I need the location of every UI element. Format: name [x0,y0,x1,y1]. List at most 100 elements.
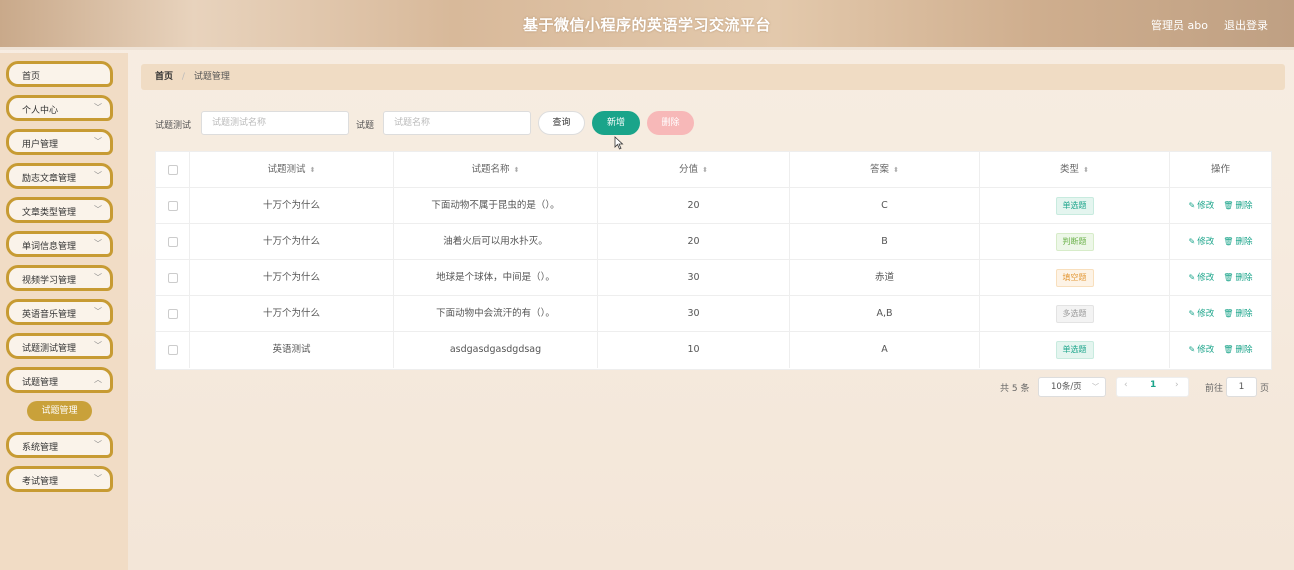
edit-label: 修改 [1197,345,1215,355]
search-label-test: 试题测试 [155,121,192,131]
edit-label: 修改 [1197,273,1215,283]
page-size-value: 10条/页 [1051,382,1082,392]
column-header-name[interactable]: 试题名称 ⬍ [394,152,598,188]
row-checkbox[interactable] [167,344,178,355]
sidebar-item-music[interactable]: 英语音乐管理 ﹀ [6,299,113,325]
remove-button[interactable]: 🗑 删除 [1223,201,1252,211]
sidebar-item-label: 励志文章管理 [22,174,77,184]
sidebar-item-label: 视频学习管理 [22,276,77,286]
row-select-cell [156,260,190,296]
edit-icon: ✎ [1188,237,1196,246]
type-badge: 填空题 [1055,268,1094,287]
cell-name: 下面动物不属于昆虫的是（）。 [394,188,598,224]
remove-button[interactable]: 🗑 删除 [1223,237,1252,247]
remove-label: 删除 [1235,273,1253,283]
row-select-cell [156,224,190,260]
page-number-current[interactable]: 1 [1150,380,1156,390]
delete-button[interactable]: 删除 [647,111,694,135]
sidebar-item-system[interactable]: 系统管理 ﹀ [6,432,113,458]
edit-button[interactable]: ✎ 修改 [1189,309,1215,319]
logout-link[interactable]: 退出登录 [1224,17,1268,33]
pager-goto-label: 前往 [1205,384,1224,394]
edit-icon: ✎ [1188,273,1196,282]
page-size-select[interactable]: 10条/页 ﹀ [1038,377,1106,397]
row-checkbox[interactable] [167,200,178,211]
sidebar-item-exams[interactable]: 考试管理 ﹀ [6,466,113,492]
test-name-input[interactable] [201,111,349,135]
sidebar-item-label: 系统管理 [22,443,59,453]
remove-button[interactable]: 🗑 删除 [1223,273,1252,283]
query-button[interactable]: 查询 [538,111,585,135]
sidebar-item-tests[interactable]: 试题测试管理 ﹀ [6,333,113,359]
edit-button[interactable]: ✎ 修改 [1189,201,1215,211]
cell-test: 十万个为什么 [190,260,394,296]
type-badge: 单选题 [1055,196,1094,215]
chevron-down-icon: ﹀ [94,103,102,112]
column-header-answer[interactable]: 答案 ⬍ [790,152,980,188]
row-checkbox[interactable] [167,308,178,319]
prev-page-icon[interactable]: ‹ [1124,380,1128,390]
sidebar-item-home[interactable]: 首页 [6,61,113,87]
sidebar-item-videos[interactable]: 视频学习管理 ﹀ [6,265,113,291]
remove-button[interactable]: 🗑 删除 [1223,309,1252,319]
cell-name: 下面动物中会流汗的有（）。 [394,296,598,332]
edit-icon: ✎ [1188,309,1196,318]
submenu-item-questions[interactable]: 试题管理 [27,401,92,421]
sort-icon[interactable]: ⬍ [310,166,316,174]
cell-answer: C [790,188,980,224]
table-row: 十万个为什么 油着火后可以用水扑灭。 20 B 判断题 ✎ 修改 🗑 删除 [156,224,1271,260]
sort-icon[interactable]: ⬍ [514,166,520,174]
remove-button[interactable]: 🗑 删除 [1223,345,1252,355]
row-checkbox[interactable] [167,272,178,283]
sort-icon[interactable]: ⬍ [702,166,708,174]
sidebar-item-users[interactable]: 用户管理 ﹀ [6,129,113,155]
next-page-icon[interactable]: › [1175,380,1179,390]
sort-icon[interactable]: ⬍ [1083,166,1089,174]
column-header-actions: 操作 [1210,164,1230,175]
user-label: 管理员 abo [1151,19,1208,32]
sidebar-item-questions[interactable]: 试题管理 ︿ [6,367,113,393]
cell-actions: ✎ 修改 🗑 删除 [1170,224,1271,260]
cell-type: 多选题 [980,296,1170,332]
cell-test: 十万个为什么 [190,296,394,332]
cell-actions: ✎ 修改 🗑 删除 [1170,332,1271,368]
column-header-label: 答案 [870,164,890,175]
select-all-checkbox[interactable] [167,164,178,175]
edit-button[interactable]: ✎ 修改 [1189,237,1215,247]
type-badge: 多选题 [1055,304,1094,323]
top-header: 基于微信小程序的英语学习交流平台 管理员 abo 退出登录 [0,0,1294,50]
edit-button[interactable]: ✎ 修改 [1189,273,1215,283]
column-header-type[interactable]: 类型 ⬍ [980,152,1170,188]
chevron-down-icon: ﹀ [94,307,102,316]
sidebar-item-label: 文章类型管理 [22,208,77,218]
column-header-label: 类型 [1060,164,1080,175]
sidebar-item-articles[interactable]: 励志文章管理 ﹀ [6,163,113,189]
question-name-input[interactable] [383,111,531,135]
select-all-cell [156,152,190,188]
sidebar-item-words[interactable]: 单词信息管理 ﹀ [6,231,113,257]
row-checkbox[interactable] [167,236,178,247]
chevron-up-icon: ︿ [94,375,102,384]
add-button[interactable]: 新增 [592,111,640,135]
goto-page-input[interactable]: 1 [1226,377,1257,397]
edit-icon: ✎ [1188,201,1196,210]
sidebar: 首页 个人中心 ﹀ 用户管理 ﹀ 励志文章管理 ﹀ 文章类型管理 ﹀ 单词信息管… [0,53,128,570]
sort-icon[interactable]: ⬍ [893,166,899,174]
type-badge: 单选题 [1055,340,1094,359]
cell-actions: ✎ 修改 🗑 删除 [1170,188,1271,224]
column-header-score[interactable]: 分值 ⬍ [598,152,790,188]
chevron-down-icon: ﹀ [94,273,102,282]
table-row: 十万个为什么 地球是个球体，中间是（）。 30 赤道 填空题 ✎ 修改 🗑 删除 [156,260,1271,296]
chevron-down-icon: ﹀ [94,239,102,248]
remove-label: 删除 [1235,345,1253,355]
column-header-label: 试题测试 [267,164,306,175]
sidebar-item-profile[interactable]: 个人中心 ﹀ [6,95,113,121]
breadcrumb-home[interactable]: 首页 [155,72,173,82]
sidebar-item-article-types[interactable]: 文章类型管理 ﹀ [6,197,113,223]
trash-icon: 🗑 [1223,309,1234,318]
trash-icon: 🗑 [1223,237,1234,246]
column-header-test[interactable]: 试题测试 ⬍ [190,152,394,188]
edit-label: 修改 [1197,237,1215,247]
edit-button[interactable]: ✎ 修改 [1189,345,1215,355]
remove-label: 删除 [1235,237,1253,247]
